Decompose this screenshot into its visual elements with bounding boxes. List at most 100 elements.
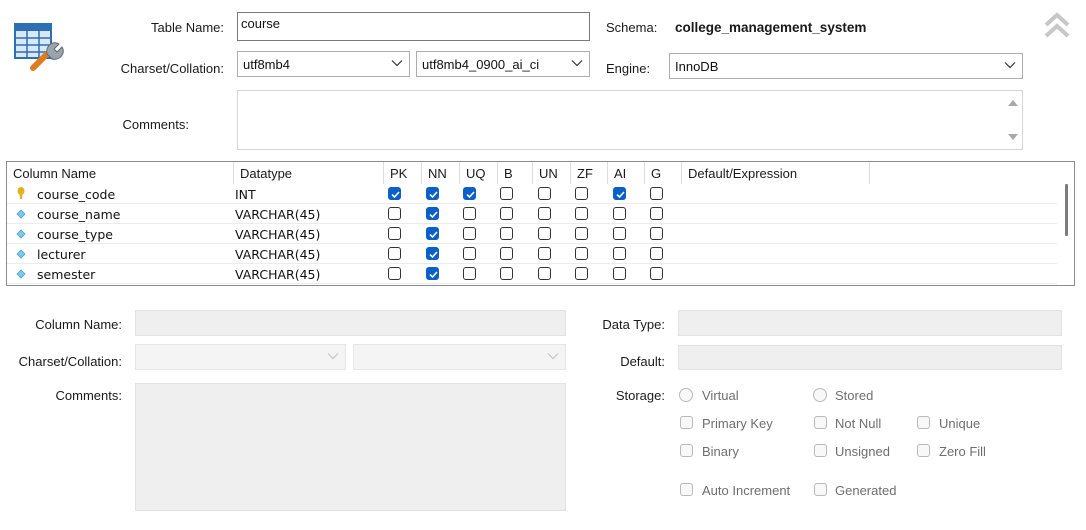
column-name-cell[interactable]: course_code — [37, 184, 115, 204]
header-b[interactable]: B — [498, 162, 533, 184]
scrollbar-thumb[interactable] — [1065, 184, 1068, 236]
table-row[interactable]: semester VARCHAR(45) — [7, 264, 1057, 284]
chevron-down-icon — [327, 353, 339, 360]
uq-checkbox[interactable] — [463, 227, 476, 240]
g-checkbox[interactable] — [650, 227, 663, 240]
un-checkbox[interactable] — [538, 227, 551, 240]
header-g[interactable]: G — [645, 162, 682, 184]
uq-checkbox[interactable] — [463, 247, 476, 260]
collation-select[interactable]: utf8mb4_0900_ai_ci — [416, 51, 590, 77]
column-charset-select[interactable] — [135, 344, 346, 370]
header-column-name[interactable]: Column Name — [7, 162, 234, 184]
nn-checkbox[interactable] — [426, 207, 439, 220]
zf-checkbox[interactable] — [575, 267, 588, 280]
un-checkbox[interactable] — [538, 187, 551, 200]
zf-checkbox[interactable] — [575, 207, 588, 220]
table-row[interactable]: course_code INT — [7, 184, 1057, 204]
datatype-cell[interactable]: INT — [235, 184, 256, 204]
header-un[interactable]: UN — [533, 162, 571, 184]
header-ai[interactable]: AI — [608, 162, 645, 184]
column-name-cell[interactable]: semester — [37, 264, 95, 284]
stored-radio[interactable] — [813, 388, 827, 402]
unique-checkbox[interactable] — [917, 416, 930, 429]
un-checkbox[interactable] — [538, 267, 551, 280]
datatype-cell[interactable]: VARCHAR(45) — [235, 244, 320, 264]
column-comments-textarea[interactable] — [135, 383, 566, 511]
column-collation-select[interactable] — [353, 344, 566, 370]
engine-label: Engine: — [606, 61, 651, 76]
header-nn[interactable]: NN — [422, 162, 460, 184]
header-pk[interactable]: PK — [384, 162, 422, 184]
header-datatype[interactable]: Datatype — [234, 162, 384, 184]
ai-checkbox[interactable] — [613, 207, 626, 220]
not-null-checkbox[interactable] — [814, 416, 827, 429]
un-checkbox[interactable] — [538, 247, 551, 260]
ai-checkbox[interactable] — [613, 267, 626, 280]
uq-checkbox[interactable] — [463, 187, 476, 200]
table-row[interactable]: course_name VARCHAR(45) — [7, 204, 1057, 224]
zf-checkbox[interactable] — [575, 227, 588, 240]
columns-grid-scrollbar[interactable] — [1057, 162, 1074, 285]
table-row[interactable]: lecturer VARCHAR(45) — [7, 244, 1057, 264]
data-type-label: Data Type: — [602, 317, 665, 332]
scroll-down-arrow-icon[interactable] — [1004, 129, 1022, 145]
uq-checkbox[interactable] — [463, 267, 476, 280]
pk-checkbox[interactable] — [388, 187, 401, 200]
scroll-up-arrow-icon[interactable] — [1004, 95, 1022, 111]
auto-increment-checkbox[interactable] — [680, 483, 693, 496]
datatype-cell[interactable]: VARCHAR(45) — [235, 264, 320, 284]
g-checkbox[interactable] — [650, 187, 663, 200]
b-checkbox[interactable] — [500, 247, 513, 260]
comments-textarea[interactable] — [237, 90, 1023, 150]
g-checkbox[interactable] — [650, 207, 663, 220]
zf-checkbox[interactable] — [575, 247, 588, 260]
default-input[interactable] — [678, 345, 1062, 370]
column-name-cell[interactable]: lecturer — [37, 244, 86, 264]
b-checkbox[interactable] — [500, 267, 513, 280]
datatype-cell[interactable]: VARCHAR(45) — [235, 204, 320, 224]
pk-checkbox[interactable] — [388, 207, 401, 220]
zero-fill-checkbox[interactable] — [917, 444, 930, 457]
virtual-radio[interactable] — [679, 388, 693, 402]
engine-select[interactable]: InnoDB — [669, 53, 1023, 79]
ai-checkbox[interactable] — [613, 247, 626, 260]
collapse-chevron-up-icon[interactable] — [1042, 10, 1072, 40]
table-row[interactable]: course_type VARCHAR(45) — [7, 224, 1057, 244]
pk-checkbox[interactable] — [388, 267, 401, 280]
datatype-cell[interactable]: VARCHAR(45) — [235, 224, 320, 244]
ai-checkbox[interactable] — [613, 187, 626, 200]
charset-select[interactable]: utf8mb4 — [237, 51, 410, 77]
g-checkbox[interactable] — [650, 267, 663, 280]
header-zf[interactable]: ZF — [571, 162, 608, 184]
nn-checkbox[interactable] — [426, 247, 439, 260]
b-checkbox[interactable] — [500, 207, 513, 220]
header-uq[interactable]: UQ — [460, 162, 498, 184]
table-name-input[interactable]: course — [237, 12, 590, 41]
auto-increment-label: Auto Increment — [702, 483, 791, 498]
binary-checkbox[interactable] — [680, 444, 693, 457]
nn-checkbox[interactable] — [426, 227, 439, 240]
generated-checkbox[interactable] — [814, 483, 827, 496]
nn-checkbox[interactable] — [426, 187, 439, 200]
pk-checkbox[interactable] — [388, 227, 401, 240]
header-default-expression[interactable]: Default/Expression — [682, 162, 870, 184]
un-checkbox[interactable] — [538, 207, 551, 220]
ai-checkbox[interactable] — [613, 227, 626, 240]
column-name-cell[interactable]: course_name — [37, 204, 120, 224]
column-name-input[interactable] — [135, 310, 566, 336]
columns-grid[interactable]: Column Name Datatype PK NN UQ B UN ZF AI… — [6, 161, 1075, 286]
uq-checkbox[interactable] — [463, 207, 476, 220]
schema-label: Schema: — [606, 20, 658, 35]
b-checkbox[interactable] — [500, 227, 513, 240]
b-checkbox[interactable] — [500, 187, 513, 200]
primary-key-checkbox[interactable] — [680, 416, 693, 429]
comments-scrollbar[interactable] — [1004, 91, 1022, 149]
zf-checkbox[interactable] — [575, 187, 588, 200]
nn-checkbox[interactable] — [426, 267, 439, 280]
pk-checkbox[interactable] — [388, 247, 401, 260]
chevron-down-icon — [1004, 62, 1016, 69]
data-type-input[interactable] — [678, 310, 1062, 336]
unsigned-checkbox[interactable] — [814, 444, 827, 457]
g-checkbox[interactable] — [650, 247, 663, 260]
column-name-cell[interactable]: course_type — [37, 224, 113, 244]
